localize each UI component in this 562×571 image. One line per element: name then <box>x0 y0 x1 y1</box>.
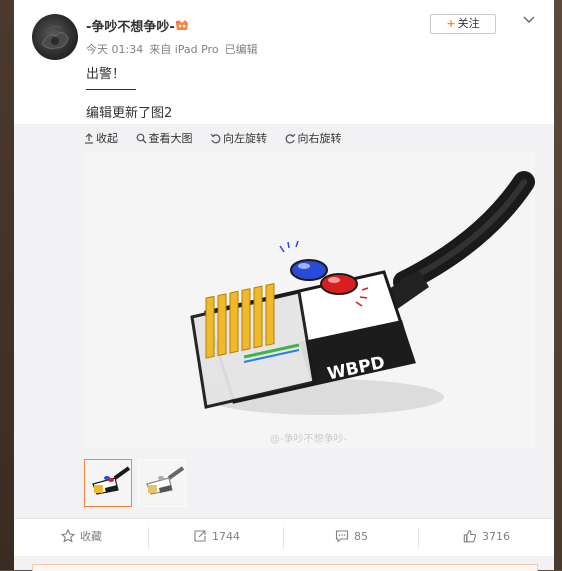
page-background-left <box>0 0 14 570</box>
rotate-left-icon <box>210 133 221 144</box>
collapse-button[interactable]: 收起 <box>84 130 118 146</box>
like-count: 3716 <box>482 530 510 543</box>
rotate-right-button[interactable]: 向右旋转 <box>285 130 342 146</box>
post-time[interactable]: 今天 01:34 <box>86 43 143 56</box>
action-bar: 收藏 1744 85 3716 <box>14 518 554 557</box>
favorite-label: 收藏 <box>80 530 102 543</box>
star-icon <box>60 528 76 543</box>
like-button[interactable]: 3716 <box>419 519 554 557</box>
rotate-left-button[interactable]: 向左旋转 <box>210 130 267 146</box>
zoom-icon <box>136 133 146 144</box>
avatar[interactable] <box>32 14 78 60</box>
edited-label[interactable]: 已编辑 <box>225 43 258 56</box>
like-icon <box>463 529 477 543</box>
post-text-line: 编辑更新了图2 <box>86 106 173 121</box>
repost-icon <box>194 530 206 542</box>
chevron-down-icon[interactable] <box>522 12 536 31</box>
collapse-label: 收起 <box>96 132 118 145</box>
favorite-button[interactable]: 收藏 <box>14 519 149 557</box>
plus-icon: + <box>446 17 456 30</box>
view-large-label: 查看大图 <box>148 132 193 145</box>
post-text-line: 出警！ <box>86 67 126 82</box>
page-background-right <box>554 0 562 570</box>
comment-button[interactable]: 85 <box>284 519 419 557</box>
rotate-left-label: 向左旋转 <box>223 132 267 145</box>
rotate-right-icon <box>285 133 295 144</box>
username[interactable]: -争吵不想争吵- <box>86 16 175 35</box>
comment-icon <box>335 530 349 543</box>
comment-area-top <box>14 556 554 571</box>
vip-icon[interactable] <box>174 17 190 36</box>
weibo-post-card: -争吵不想争吵- 今天 01:34 来自 iPad Pro 已编辑 + 关注 出警！ … <box>14 0 554 571</box>
media-panel: 收起 查看大图 向左旋转 向右旋转 WBPD @-争吵不想争吵- <box>14 124 554 518</box>
post-image[interactable]: WBPD @-争吵不想争吵- <box>84 152 535 449</box>
post-source[interactable]: 来自 iPad Pro <box>149 43 218 56</box>
thumbnail-1[interactable] <box>84 459 132 507</box>
comment-count: 85 <box>354 530 368 543</box>
view-large-button[interactable]: 查看大图 <box>136 130 193 146</box>
rotate-right-label: 向右旋转 <box>297 132 342 145</box>
image-toolbar: 收起 查看大图 向左旋转 向右旋转 <box>84 130 356 146</box>
post-meta: 今天 01:34 来自 iPad Pro 已编辑 <box>86 41 264 57</box>
thumbnail-2[interactable] <box>138 459 186 507</box>
collapse-icon <box>85 133 93 144</box>
repost-button[interactable]: 1744 <box>149 519 284 557</box>
image-watermark: @-争吵不想争吵- <box>270 432 348 445</box>
repost-count: 1744 <box>212 530 240 543</box>
follow-button[interactable]: + 关注 <box>430 14 496 34</box>
follow-label: 关注 <box>457 17 480 30</box>
ethernet-cop-illustration: WBPD @-争吵不想争吵- <box>84 152 535 449</box>
text-divider <box>86 89 136 90</box>
